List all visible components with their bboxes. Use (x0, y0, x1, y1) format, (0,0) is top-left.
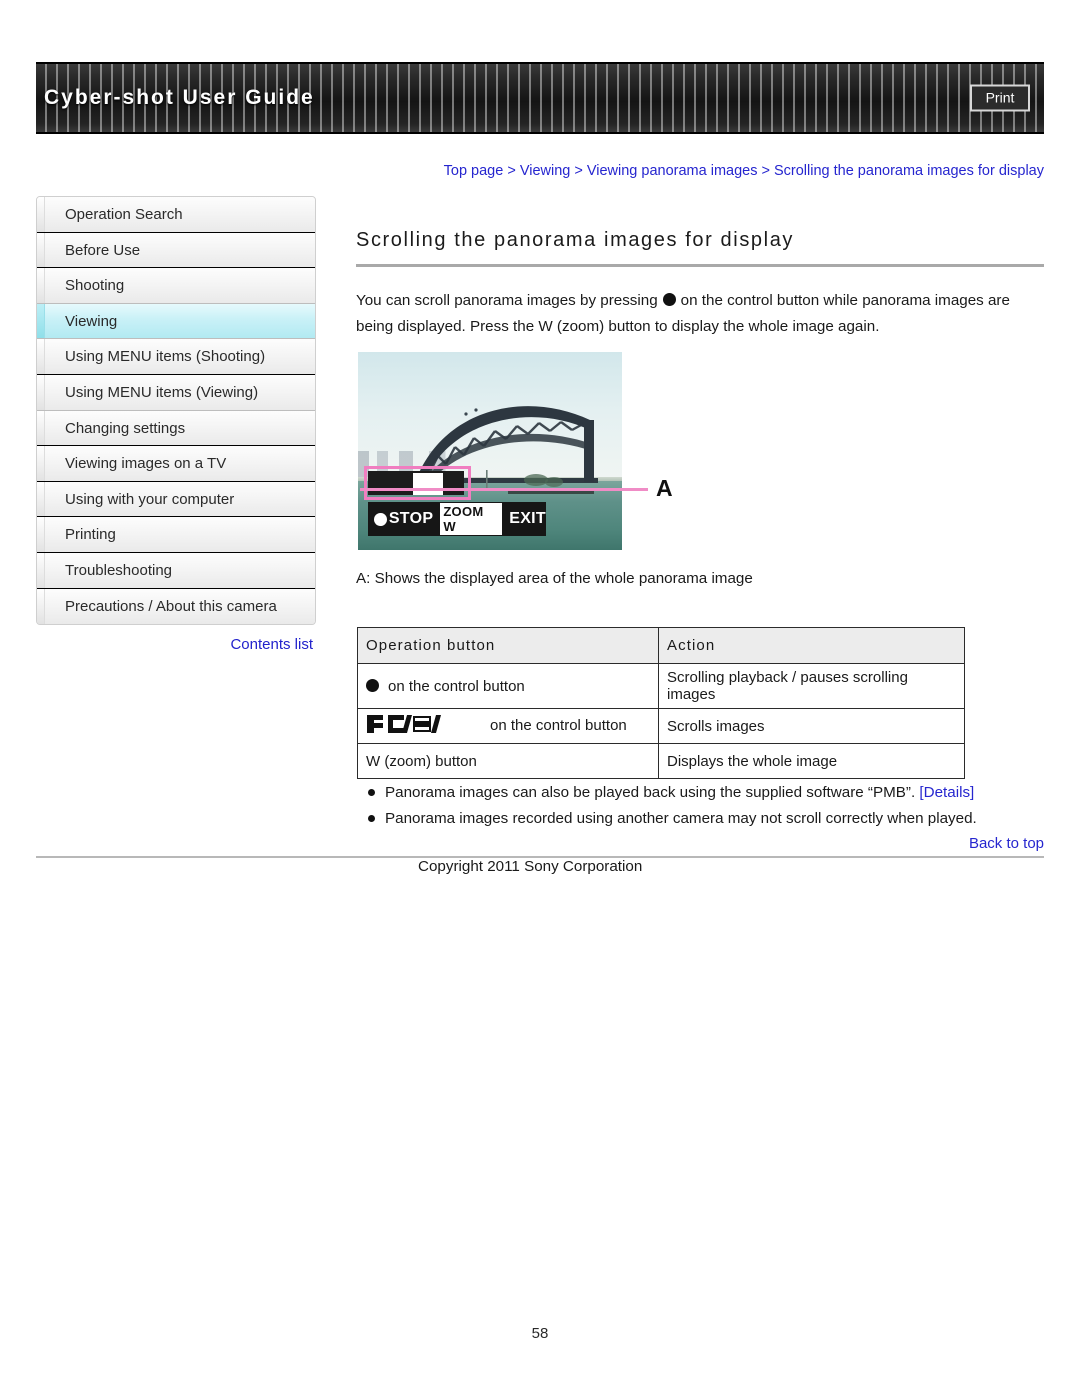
control-dot-icon (662, 293, 676, 306)
print-button[interactable]: Print (970, 84, 1030, 112)
table-row: on the control button Scrolls images (357, 708, 965, 744)
harbour-bridge-icon (402, 406, 598, 494)
table-cell-action: Displays the whole image (658, 743, 965, 779)
note-body: Panorama images can also be played back … (385, 784, 916, 801)
sidebar-item-troubleshooting[interactable]: Troubleshooting (37, 552, 315, 589)
panorama-screenshot-photo (358, 352, 622, 550)
sidebar-item-using-computer[interactable]: Using with your computer (37, 481, 315, 518)
sidebar-item-shooting[interactable]: Shooting (37, 268, 315, 304)
sidebar-item-changing-settings[interactable]: Changing settings (37, 410, 315, 447)
control-dot-icon (366, 678, 379, 692)
callout-label-a: A (656, 475, 673, 501)
list-item: Panorama images can also be played back … (368, 781, 1048, 805)
sidebar-item-viewing[interactable]: Viewing (37, 303, 315, 340)
note-text: Panorama images recorded using another c… (385, 810, 977, 827)
note-text: Panorama images can also be played back … (385, 781, 974, 805)
table-row: W (zoom) button Displays the whole image (357, 743, 965, 779)
header-banner: Cyber-shot User Guide Print (36, 62, 1044, 134)
sidebar-item-printing[interactable]: Printing (37, 517, 315, 553)
app-title: Cyber-shot User Guide (44, 86, 315, 109)
page-title: Scrolling the panorama images for displa… (356, 229, 795, 251)
sidebar-item-menu-shooting[interactable]: Using MENU items (Shooting) (37, 339, 315, 375)
table-cell-action: Scrolling playback / pauses scrolling im… (658, 663, 965, 709)
copyright-text: Copyright 2011 Sony Corporation (418, 858, 643, 875)
table-cell-operation-text: on the control button (388, 677, 525, 695)
table-row: on the control button Scrolling playback… (357, 663, 965, 709)
details-link[interactable]: [Details] (919, 784, 974, 801)
table-cell-action: Scrolls images (658, 708, 965, 744)
breadcrumb[interactable]: Top page > Viewing > Viewing panorama im… (356, 163, 1044, 179)
control-arrows-icon (366, 714, 458, 738)
sidebar-item-viewing-on-tv[interactable]: Viewing images on a TV (37, 446, 315, 482)
bullet-icon (368, 789, 375, 796)
contents-list-link[interactable]: Contents list (36, 636, 316, 653)
list-item: Panorama images recorded using another c… (368, 807, 1048, 831)
sidebar-nav: Operation Search Before Use Shooting Vie… (36, 196, 316, 626)
sidebar-item-menu-viewing[interactable]: Using MENU items (Viewing) (37, 374, 315, 411)
table-cell-operation-text: on the control button (490, 716, 627, 734)
table-header-operation-button: Operation button (357, 627, 659, 664)
intro-paragraph: You can scroll panorama images by pressi… (356, 288, 1046, 340)
title-divider (356, 264, 1044, 267)
table-header-action: Action (658, 627, 965, 664)
table-cell-operation: on the control button (357, 708, 659, 744)
operation-button-table: Operation button Action on the control b… (357, 627, 965, 779)
table-cell-operation: W (zoom) button (357, 743, 659, 779)
sidebar-item-before-use[interactable]: Before Use (37, 232, 315, 269)
table-header-row: Operation button Action (357, 627, 965, 664)
table-cell-operation: on the control button (357, 663, 659, 709)
photo-caption: A: Shows the displayed area of the whole… (356, 570, 753, 587)
sidebar-item-operation-search[interactable]: Operation Search (37, 197, 315, 233)
callout-leader-line (360, 488, 648, 491)
notes-list: Panorama images can also be played back … (368, 781, 1048, 833)
intro-text-part1: You can scroll panorama images by pressi… (356, 292, 658, 309)
bullet-icon (368, 815, 375, 822)
page-number: 58 (531, 1325, 549, 1342)
sidebar-item-precautions[interactable]: Precautions / About this camera (37, 588, 315, 625)
back-to-top-link[interactable]: Back to top (969, 835, 1044, 852)
